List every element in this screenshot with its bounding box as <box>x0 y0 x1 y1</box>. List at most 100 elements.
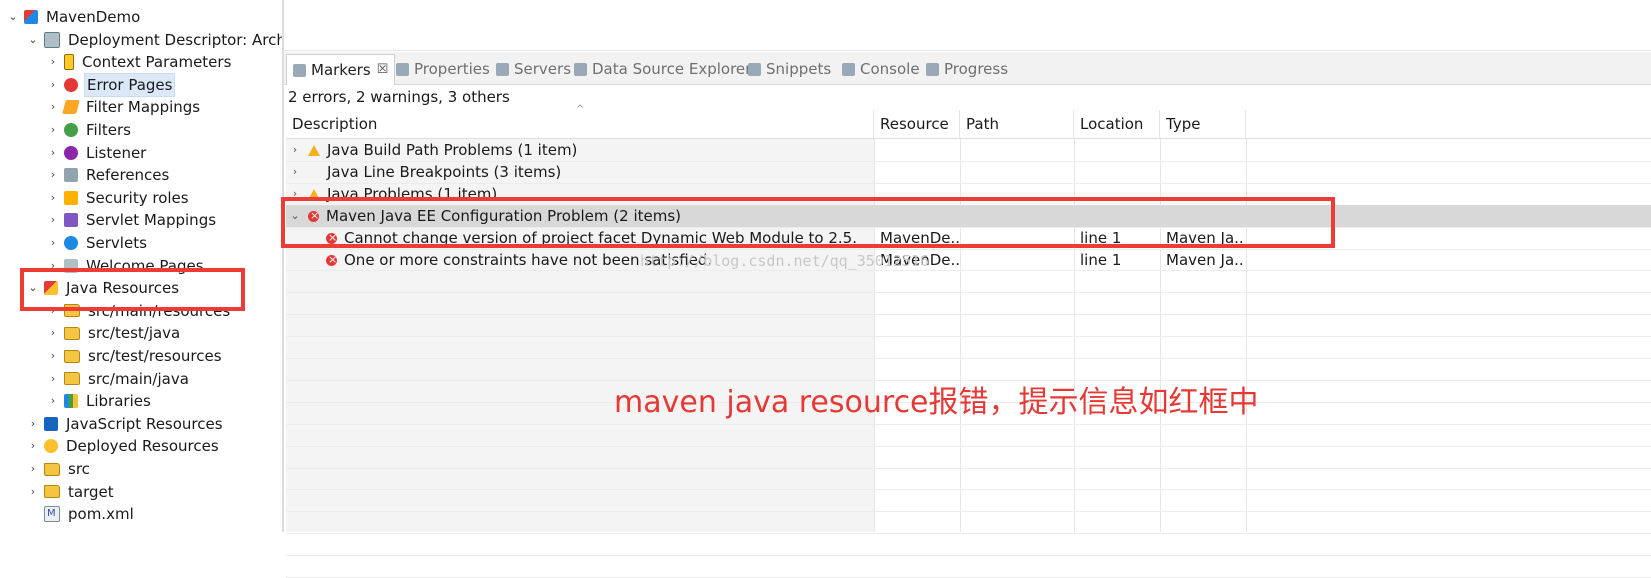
collapsed-chevron-icon[interactable]: › <box>46 368 60 390</box>
tab-label: Console <box>860 60 920 78</box>
tree-item[interactable]: › Servlet Mappings <box>46 209 218 231</box>
collapsed-chevron-icon[interactable]: › <box>46 142 60 164</box>
source-folder-icon <box>64 372 80 386</box>
context-param-icon <box>64 54 74 71</box>
row-divider <box>286 292 1651 294</box>
security-icon <box>64 190 78 205</box>
collapsed-chevron-icon[interactable]: › <box>46 232 60 254</box>
source-folder-icon <box>64 349 80 363</box>
location-cell <box>1080 139 1160 161</box>
markers-table-header: ^ Description Resource Path Location Typ… <box>286 104 1651 139</box>
tree-item[interactable]: › JavaScript Resources <box>26 413 225 435</box>
tree-item[interactable]: › src/test/resources <box>46 345 224 367</box>
collapsed-chevron-icon[interactable]: › <box>26 481 40 503</box>
collapsed-chevron-icon[interactable]: › <box>26 435 40 457</box>
tab-console[interactable]: Console <box>842 56 920 82</box>
xml-file-icon <box>44 503 60 525</box>
tree-item[interactable]: › Security roles <box>46 187 191 209</box>
close-icon[interactable]: ☒ <box>377 55 389 85</box>
tree-item[interactable]: › target <box>26 481 116 503</box>
tree-item-label: Listener <box>86 143 147 162</box>
collapsed-chevron-icon[interactable]: › <box>46 345 60 367</box>
warning-icon <box>308 145 320 156</box>
servlet-icon <box>64 236 78 250</box>
description-cell: › Java Build Path Problems (1 item) <box>286 139 872 161</box>
properties-icon <box>396 62 409 76</box>
collapsed-chevron-icon[interactable]: › <box>26 413 40 435</box>
collapsed-chevron-icon[interactable]: › <box>288 161 302 183</box>
tree-item-label: src/test/resources <box>88 347 222 365</box>
row-divider <box>286 336 1651 338</box>
servers-icon <box>496 62 509 76</box>
collapsed-chevron-icon[interactable]: › <box>46 119 60 141</box>
tree-item[interactable]: › Servlets <box>46 232 149 254</box>
column-header-location[interactable]: Location <box>1074 110 1160 138</box>
expanded-chevron-icon[interactable]: ⌄ <box>26 29 40 51</box>
column-header-path[interactable]: Path <box>960 110 1074 138</box>
javascript-resources-icon <box>44 416 58 431</box>
tree-item-label: Deployment Descriptor: Archetype Created… <box>68 30 284 49</box>
tab-progress[interactable]: Progress <box>926 56 1008 82</box>
location-cell: line 1 <box>1080 250 1122 269</box>
tab-data-source-explorer[interactable]: Data Source Explorer <box>574 56 751 82</box>
column-header-type[interactable]: Type <box>1160 110 1246 138</box>
tree-item[interactable]: › Libraries <box>46 390 153 412</box>
collapsed-chevron-icon[interactable]: › <box>288 139 302 161</box>
annotation-text: maven java resource报错，提示信息如红框中 <box>614 385 1259 420</box>
tree-item[interactable]: › Filter Mappings <box>46 96 202 118</box>
column-header-resource[interactable]: Resource <box>874 110 960 138</box>
tree-item-label: target <box>68 482 114 501</box>
tree-item[interactable]: ⌄ MavenDemo <box>6 6 142 28</box>
tree-item-label: Servlets <box>86 234 147 252</box>
path-cell <box>966 139 1074 161</box>
table-row[interactable]: › Java Line Breakpoints (3 items) <box>286 161 1651 183</box>
tree-item[interactable]: › src/test/java <box>46 322 182 344</box>
deployed-resources-icon <box>44 439 58 454</box>
tab-servers[interactable]: Servers <box>496 56 571 82</box>
tree-item[interactable]: pom.xml <box>26 503 136 525</box>
collapsed-chevron-icon[interactable]: › <box>46 74 60 96</box>
tab-properties[interactable]: Properties <box>396 56 490 82</box>
description-text: Java Build Path Problems (1 item) <box>327 141 578 159</box>
collapsed-chevron-icon[interactable]: › <box>46 209 60 231</box>
filter-icon <box>64 123 78 137</box>
collapsed-chevron-icon[interactable]: › <box>46 51 60 73</box>
tree-item-label: src <box>68 460 90 478</box>
tab-markers[interactable]: Markers ☒ <box>286 54 396 85</box>
collapsed-chevron-icon[interactable]: › <box>46 96 60 118</box>
folder-icon <box>44 462 60 476</box>
collapsed-chevron-icon[interactable]: › <box>46 390 60 412</box>
collapsed-chevron-icon[interactable]: › <box>46 164 60 186</box>
tree-item[interactable]: › Error Pages <box>46 72 176 97</box>
tree-item-label: MavenDemo <box>46 8 141 26</box>
source-folder-icon <box>64 326 80 340</box>
collapsed-chevron-icon[interactable]: › <box>46 187 60 209</box>
tree-item-label: Security roles <box>86 188 189 207</box>
tree-item-label: References <box>86 166 170 185</box>
project-icon <box>24 10 38 24</box>
location-cell <box>1080 161 1160 183</box>
tree-item-label: src/test/java <box>88 324 181 343</box>
project-explorer: ⌄ MavenDemo ⌄ Deployment Descriptor: Archet… <box>0 0 284 532</box>
tree-item[interactable]: › src/main/java <box>46 368 191 390</box>
tree-item-label: Filters <box>86 121 131 139</box>
expanded-chevron-icon[interactable]: ⌄ <box>6 6 20 28</box>
row-divider <box>286 314 1651 316</box>
type-cell: Maven Ja... <box>1166 250 1244 269</box>
tree-item[interactable]: › References <box>46 164 171 186</box>
tree-item[interactable]: › src <box>26 458 92 480</box>
tab-snippets[interactable]: Snippets <box>748 56 831 82</box>
collapsed-chevron-icon[interactable]: › <box>26 458 40 480</box>
tree-item[interactable]: › Listener <box>46 142 148 164</box>
tree-item[interactable]: › Context Parameters <box>46 51 233 73</box>
table-row[interactable]: One or more constraints have not been sa… <box>286 249 1651 271</box>
tree-item[interactable]: › Deployed Resources <box>26 435 221 457</box>
folder-icon <box>44 485 60 499</box>
collapsed-chevron-icon[interactable]: › <box>46 322 60 344</box>
table-row[interactable]: › Java Build Path Problems (1 item) <box>286 139 1651 161</box>
tree-item[interactable]: ⌄ Deployment Descriptor: Archetype Create… <box>26 29 284 51</box>
column-header-description[interactable]: Description <box>286 110 874 138</box>
tree-item[interactable]: › Filters <box>46 119 133 141</box>
tree-item-label: Context Parameters <box>82 53 232 72</box>
view-tab-bar: Markers ☒ Properties Servers Data Source Exp… <box>284 52 1651 85</box>
